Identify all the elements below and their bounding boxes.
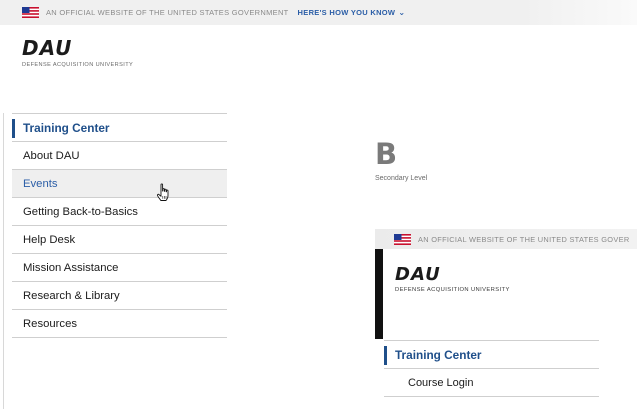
preview-nav-item-training-center: Training Center [384,341,599,369]
us-flag-icon [394,233,411,245]
hand-pointer-cursor-icon [156,183,172,203]
nav-item-label: About DAU [23,149,80,162]
nav-item-events[interactable]: Events [12,170,227,198]
gov-banner-text: AN OFFICIAL WEBSITE OF THE UNITED STATES… [46,8,289,17]
secondary-level-preview: AN OFFICIAL WEBSITE OF THE UNITED STATES… [375,229,637,409]
preview-dau-logo-text: DAU [395,264,441,285]
nav-item-label: Events [23,177,58,190]
sidebar-nav: Training Center About DAU Events Getting… [12,113,227,338]
nav-item-label: Training Center [395,347,482,362]
nav-item-label: Mission Assistance [23,261,119,274]
site-logo[interactable]: DAU DEFENSE ACQUISITION UNIVERSITY [22,38,133,68]
heres-how-you-know-link[interactable]: HERE'S HOW YOU KNOW ⌄ [298,8,406,17]
preview-accent-bar [375,249,383,339]
nav-item-label: Training Center [23,120,110,135]
preview-nav: Training Center Course Login [384,340,599,397]
nav-item-getting-back-to-basics[interactable]: Getting Back-to-Basics [12,198,227,226]
preview-gov-banner: AN OFFICIAL WEBSITE OF THE UNITED STATES… [375,229,637,249]
nav-item-training-center[interactable]: Training Center [12,114,227,142]
level-letter: B [375,137,398,171]
page-divider [3,113,4,409]
nav-item-label: Resources [23,317,77,330]
nav-item-research-library[interactable]: Research & Library [12,282,227,310]
nav-item-mission-assistance[interactable]: Mission Assistance [12,254,227,282]
logo-subtitle: DEFENSE ACQUISITION UNIVERSITY [22,62,134,68]
dau-logo-text: DAU [22,36,73,60]
chevron-down-icon: ⌄ [398,8,406,17]
preview-gov-banner-text: AN OFFICIAL WEBSITE OF THE UNITED STATES… [418,234,630,244]
preview-logo: DAU DEFENSE ACQUISITION UNIVERSITY [395,264,510,294]
gov-banner: AN OFFICIAL WEBSITE OF THE UNITED STATES… [0,0,637,25]
nav-item-help-desk[interactable]: Help Desk [12,226,227,254]
nav-item-label: Help Desk [23,233,76,246]
nav-item-label: Getting Back-to-Basics [23,205,138,218]
level-caption: Secondary Level [375,175,428,182]
nav-item-about-dau[interactable]: About DAU [12,142,227,170]
preview-nav-item-course-login: Course Login [384,369,599,397]
nav-item-label: Course Login [408,376,474,389]
preview-logo-subtitle: DEFENSE ACQUISITION UNIVERSITY [395,287,510,293]
us-flag-icon [22,7,39,18]
nav-item-resources[interactable]: Resources [12,310,227,338]
heres-how-you-know-label: HERE'S HOW YOU KNOW [297,8,396,17]
nav-item-label: Research & Library [23,289,120,302]
